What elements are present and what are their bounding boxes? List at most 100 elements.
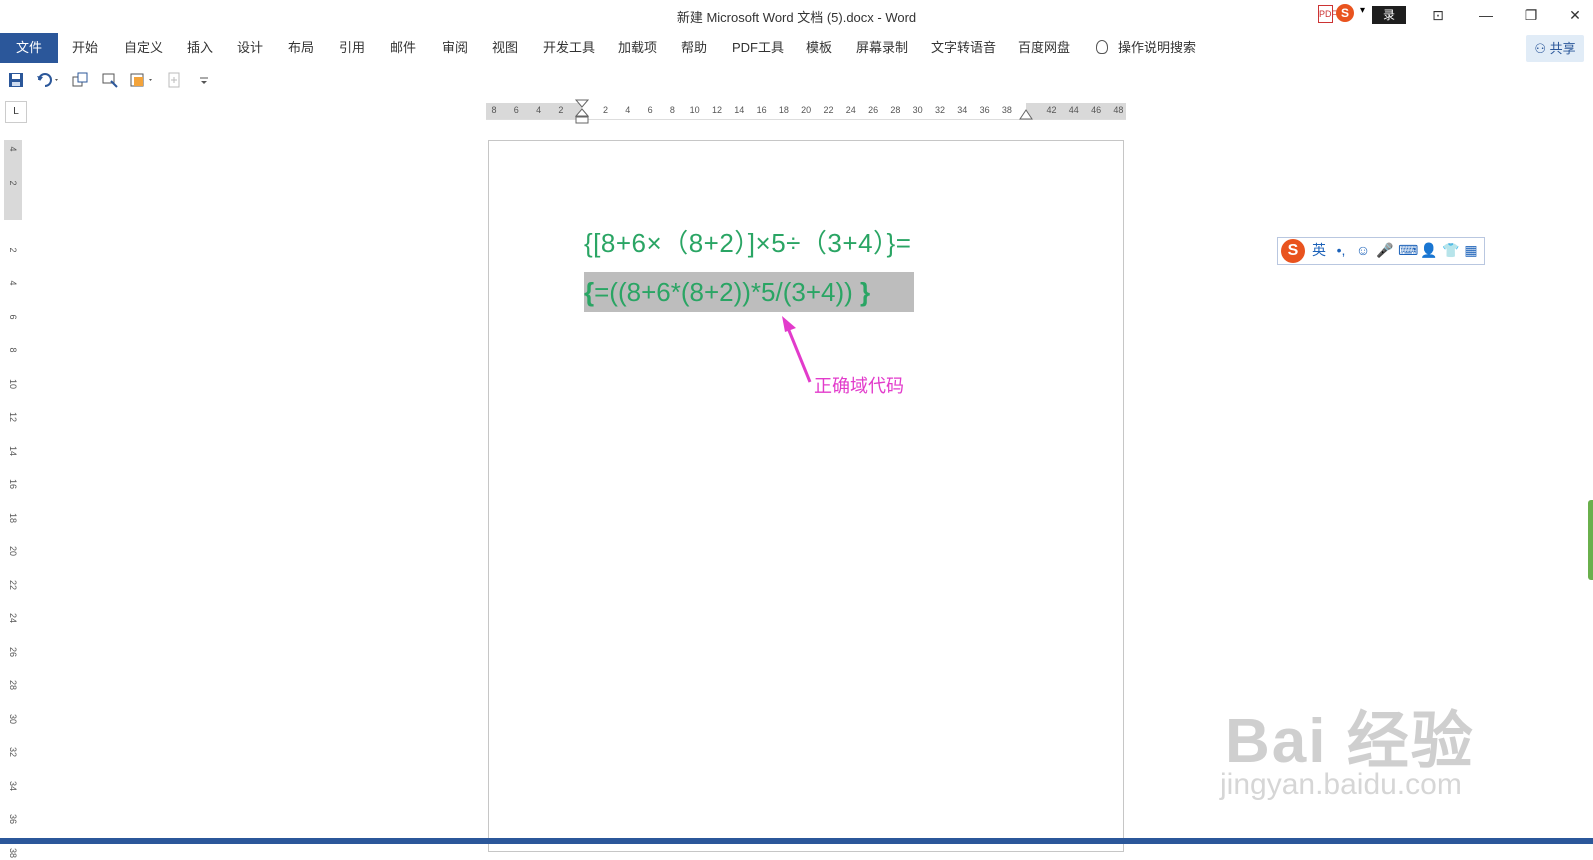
vertical-ruler-tick: 34	[8, 780, 18, 791]
layout-icon[interactable]	[130, 72, 158, 88]
field-code-line[interactable]: {=((8+6*(8+2))*5/(3+4)) }	[584, 272, 914, 312]
save-icon[interactable]	[8, 72, 24, 88]
microphone-icon[interactable]: 🎤	[1376, 240, 1394, 260]
skin-icon[interactable]: 👕	[1442, 240, 1460, 260]
ruler-tick: 26	[868, 105, 879, 115]
tab-design[interactable]: 设计	[237, 33, 263, 63]
title-bar: 新建 Microsoft Word 文档 (5).docx - Word PDF…	[0, 0, 1593, 30]
side-panel-tab[interactable]	[1588, 500, 1593, 580]
undo-icon[interactable]	[36, 72, 62, 88]
ruler-tick: 36	[979, 105, 990, 115]
indent-marker-icon[interactable]	[575, 99, 589, 125]
tab-screen-record[interactable]: 屏幕录制	[856, 33, 908, 63]
sogou-logo-icon[interactable]: S	[1281, 239, 1305, 263]
ruler-tick: 38	[1001, 105, 1012, 115]
status-bar	[0, 838, 1593, 844]
tab-pdf-tools[interactable]: PDF工具	[732, 33, 784, 63]
sogou-icon[interactable]: S	[1336, 4, 1354, 22]
vertical-ruler-tick: 38	[8, 847, 18, 858]
tab-addins[interactable]: 加载项	[618, 33, 657, 63]
person-add-icon: ⚇	[1534, 41, 1546, 56]
vertical-ruler-tick: 16	[8, 478, 18, 489]
ruler-tick: 12	[711, 105, 722, 115]
vertical-ruler-tick: 26	[8, 646, 18, 657]
vertical-ruler-tick: 24	[8, 612, 18, 623]
share-label: 共享	[1549, 41, 1576, 56]
ime-toolbar[interactable]: S 英 •, ☺ 🎤 ⌨ 👤 👕 ▦	[1277, 237, 1485, 265]
restore-button[interactable]: ❐	[1508, 0, 1554, 30]
vertical-ruler-tick: 2	[8, 246, 18, 252]
vertical-ruler-tick: 12	[8, 411, 18, 422]
ruler-tick: 4	[536, 105, 542, 115]
customize-icon[interactable]	[196, 72, 212, 88]
keyboard-icon[interactable]: ⌨	[1398, 240, 1418, 260]
tab-developer[interactable]: 开发工具	[543, 33, 595, 63]
tab-text-to-speech[interactable]: 文字转语音	[931, 33, 996, 63]
ruler-tick: 8	[491, 105, 497, 115]
ruler-tick: 28	[890, 105, 901, 115]
close-button[interactable]: ✕	[1552, 0, 1593, 30]
tab-insert[interactable]: 插入	[187, 33, 213, 63]
tab-file[interactable]: 文件	[0, 33, 58, 63]
ruler-tick: 20	[801, 105, 812, 115]
repeat-icon[interactable]	[102, 72, 118, 88]
ruler-tick: 10	[689, 105, 700, 115]
emoji-icon[interactable]: ☺	[1354, 240, 1372, 260]
ime-mini-toolbar[interactable]: PDF S ▾ 录	[1312, 3, 1407, 25]
user-icon[interactable]: 👤	[1420, 240, 1438, 260]
punctuation-icon[interactable]: •,	[1332, 240, 1350, 260]
right-indent-marker-icon[interactable]	[1019, 109, 1033, 121]
tab-baidu-netdisk[interactable]: 百度网盘	[1018, 33, 1070, 63]
vertical-ruler-tick: 18	[8, 512, 18, 523]
tell-me-search[interactable]: 操作说明搜索	[1096, 33, 1196, 63]
ruler-tick: 44	[1068, 105, 1079, 115]
vertical-ruler-tick: 6	[8, 313, 18, 319]
vertical-ruler-tick: 22	[8, 579, 18, 590]
tab-help[interactable]: 帮助	[681, 33, 707, 63]
quick-access-toolbar	[0, 66, 260, 94]
document-page[interactable]: {[8+6×（8+2）]×5÷（3+4）}= {=((8+6*(8+2))*5/…	[488, 140, 1124, 852]
tell-me-label: 操作说明搜索	[1118, 40, 1197, 55]
tab-mailings[interactable]: 邮件	[390, 33, 416, 63]
tab-review[interactable]: 审阅	[442, 33, 468, 63]
vertical-ruler-tick: 4	[8, 146, 18, 152]
share-button[interactable]: ⚇ 共享	[1526, 35, 1584, 62]
formula-result-line[interactable]: {[8+6×（8+2）]×5÷（3+4）}=	[584, 223, 911, 260]
watermark-logo: Bai 经验	[1225, 707, 1475, 776]
login-button[interactable]: 录	[1372, 6, 1406, 24]
tab-view[interactable]: 视图	[492, 33, 518, 63]
language-toggle[interactable]: 英	[1310, 240, 1328, 260]
tab-layout[interactable]: 布局	[288, 33, 314, 63]
vertical-ruler[interactable]: 4 2 2 4 6 8 10 12 14 16 18 20 22 24 26 28 30 32 34 36 38	[4, 140, 22, 858]
tab-custom[interactable]: 自定义	[124, 33, 163, 63]
vertical-ruler-tick: 36	[8, 813, 18, 824]
vertical-ruler-tick: 30	[8, 713, 18, 724]
ruler-tick: 48	[1113, 105, 1124, 115]
minimize-button[interactable]: —	[1463, 0, 1509, 30]
vertical-ruler-tick: 8	[8, 347, 18, 353]
pdf-icon[interactable]: PDF	[1318, 5, 1337, 23]
ribbon-display-options-button[interactable]: ⊡	[1415, 0, 1461, 30]
tab-selector[interactable]: L	[5, 101, 27, 123]
ruler-tick: 32	[934, 105, 945, 115]
horizontal-ruler[interactable]: 8 6 4 2 2 4 6 8 10 12 14 16 18 20 22 24 26 28 30 32 34 36 38 42…	[486, 99, 1126, 124]
field-code-text: =((8+6*(8+2))*5/(3+4))	[594, 277, 861, 307]
copy-format-icon[interactable]	[72, 72, 88, 88]
ruler-tick: 46	[1091, 105, 1102, 115]
ruler-tick: 34	[957, 105, 968, 115]
ruler-tick: 8	[669, 105, 675, 115]
vertical-ruler-tick: 4	[8, 280, 18, 286]
tab-templates[interactable]: 模板	[806, 33, 832, 63]
ruler-tick: 42	[1046, 105, 1057, 115]
new-doc-icon[interactable]	[166, 72, 182, 88]
tab-references[interactable]: 引用	[339, 33, 365, 63]
chevron-down-icon[interactable]: ▾	[1360, 5, 1365, 16]
vertical-ruler-tick: 2	[8, 179, 18, 185]
ruler-tick: 24	[845, 105, 856, 115]
ruler-tick: 16	[756, 105, 767, 115]
tab-home[interactable]: 开始	[72, 33, 98, 63]
grid-menu-icon[interactable]: ▦	[1462, 240, 1480, 260]
field-brace-close: }	[860, 277, 871, 307]
ruler-tick: 6	[513, 105, 519, 115]
ruler-tick: 6	[647, 105, 653, 115]
